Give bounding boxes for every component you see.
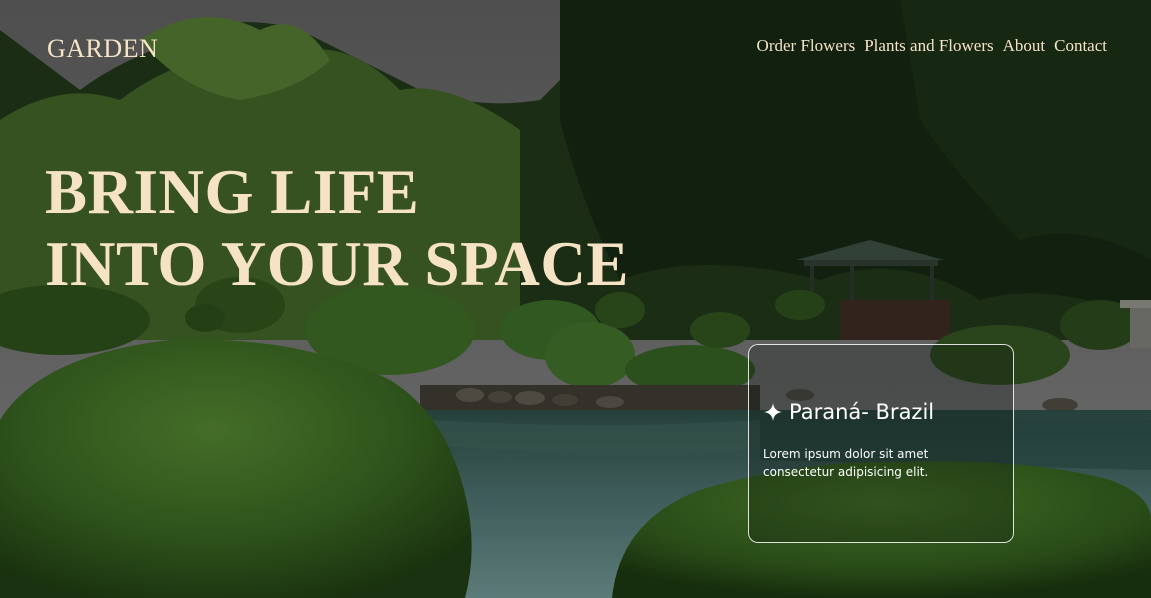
hero-section: GARDEN Order Flowers Plants and Flowers … bbox=[0, 0, 1151, 598]
nav-item-contact[interactable]: Contact bbox=[1054, 36, 1107, 56]
logo[interactable]: GARDEN bbox=[47, 34, 158, 64]
location-title: Paraná- Brazil bbox=[789, 400, 935, 424]
main-nav: Order Flowers Plants and Flowers About C… bbox=[757, 36, 1107, 56]
headline-line-1: BRING LIFE bbox=[45, 157, 420, 227]
nav-item-about[interactable]: About bbox=[1003, 36, 1046, 56]
sparkle-icon bbox=[764, 403, 782, 421]
location-card: Paraná- Brazil Lorem ipsum dolor sit ame… bbox=[748, 344, 1014, 543]
headline-line-2: INTO YOUR SPACE bbox=[45, 229, 629, 299]
nav-item-order-flowers[interactable]: Order Flowers bbox=[757, 36, 856, 56]
location-card-title-row: Paraná- Brazil bbox=[763, 400, 934, 424]
hero-headline: BRING LIFE INTO YOUR SPACE bbox=[45, 156, 629, 300]
location-description: Lorem ipsum dolor sit amet consectetur a… bbox=[763, 447, 929, 479]
nav-item-plants-and-flowers[interactable]: Plants and Flowers bbox=[864, 36, 993, 56]
